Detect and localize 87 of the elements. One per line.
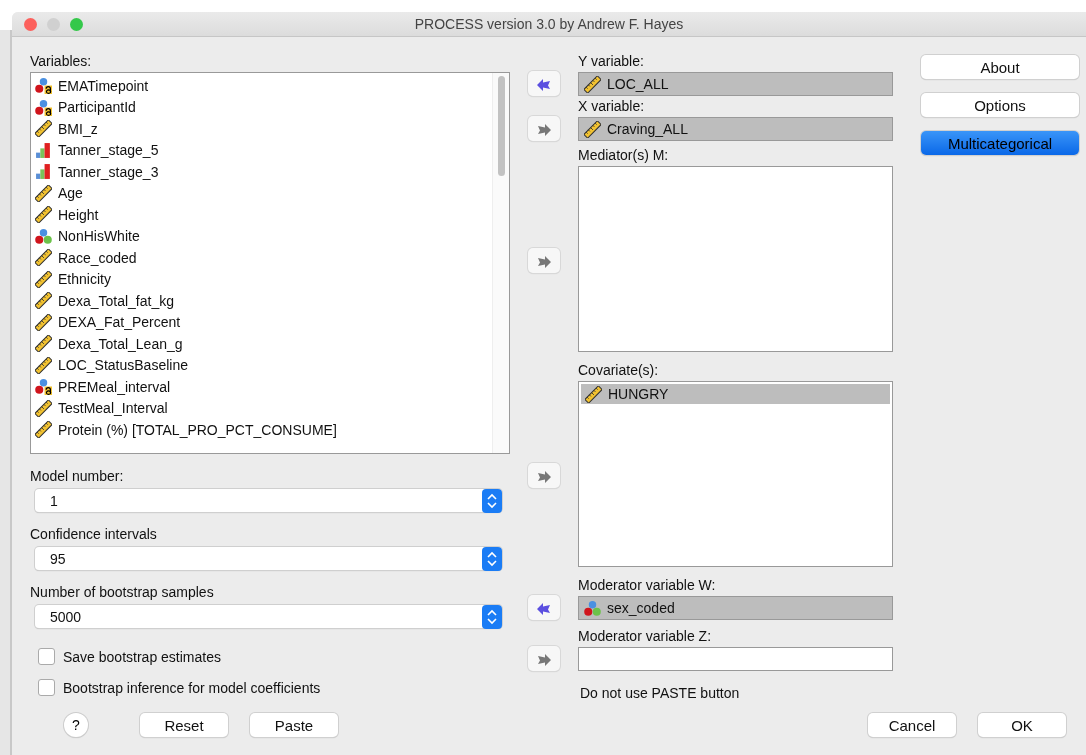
dialog-button[interactable]: Reset: [140, 713, 228, 737]
checkbox-label: Bootstrap inference for model coefficients: [63, 679, 321, 696]
ruler-icon: [35, 292, 52, 310]
ruler-icon: [35, 421, 52, 439]
side-button[interactable]: About: [921, 55, 1079, 79]
dropdown[interactable]: 5000: [35, 605, 502, 628]
variable-field[interactable]: [578, 647, 893, 671]
variable-item[interactable]: Ethnicity: [31, 268, 492, 290]
variable-item[interactable]: Tanner_stage_5: [31, 139, 492, 161]
dialog-button[interactable]: Cancel: [868, 713, 956, 737]
side-button[interactable]: Options: [921, 93, 1079, 117]
ruler-icon: [35, 313, 52, 331]
variable-item[interactable]: Tanner_stage_3: [31, 161, 492, 183]
ruler-icon: [35, 335, 52, 353]
balls-letter-icon: [35, 98, 52, 116]
move-button[interactable]: [528, 463, 560, 488]
move-button[interactable]: [528, 595, 560, 620]
ruler-icon: [35, 184, 52, 202]
variable-item[interactable]: Height: [31, 204, 492, 226]
dialog-button[interactable]: OK: [978, 713, 1066, 737]
bar-chart-icon: [35, 163, 52, 181]
dropdown-label: Number of bootstrap samples: [30, 584, 215, 601]
dropdown[interactable]: 1: [35, 489, 502, 512]
ruler-icon: [584, 120, 601, 138]
variable-field[interactable]: LOC_ALL: [578, 72, 893, 96]
slot-label: Moderator variable W:: [578, 577, 717, 594]
bar-chart-icon: [35, 141, 52, 159]
ruler-icon: [35, 270, 52, 288]
stepper-icon: [482, 604, 502, 629]
checkbox-label: Save bootstrap estimates: [63, 648, 221, 665]
dropdown-label: Confidence intervals: [30, 526, 158, 543]
variable-item[interactable]: EMATimepoint: [31, 75, 492, 97]
window-title: PROCESS version 3.0 by Andrew F. Hayes: [414, 16, 684, 32]
slot-label: Y variable:: [578, 53, 645, 70]
ruler-icon: [584, 75, 601, 93]
variable-item[interactable]: LOC_StatusBaseline: [31, 354, 492, 376]
ruler-icon: [35, 249, 52, 267]
variable-item[interactable]: Dexa_Total_fat_kg: [31, 290, 492, 312]
close-button[interactable]: [24, 17, 37, 31]
variable-name: LOC_ALL: [607, 76, 669, 92]
variable-item[interactable]: Age: [31, 182, 492, 204]
ruler-icon: [585, 385, 602, 403]
slot-label: Moderator variable Z:: [578, 628, 713, 645]
dropdown-label: Model number:: [30, 468, 125, 485]
variable-item[interactable]: TestMeal_Interval: [31, 397, 492, 419]
variable-field[interactable]: sex_coded: [578, 596, 893, 620]
balls-letter-icon: [35, 77, 52, 95]
move-button[interactable]: [528, 248, 560, 273]
variable-name: Craving_ALL: [607, 121, 688, 137]
slot-label: X variable:: [578, 98, 646, 115]
variable-item[interactable]: DEXA_Fat_Percent: [31, 311, 492, 333]
checkbox[interactable]: [38, 648, 55, 665]
slot-label: Covariate(s):: [578, 362, 660, 379]
balls-icon: [584, 599, 601, 617]
move-button[interactable]: [528, 116, 560, 141]
variable-item[interactable]: Race_coded: [31, 247, 492, 269]
variable-list[interactable]: HUNGRY: [578, 381, 893, 567]
stepper-icon: [482, 488, 502, 513]
variable-item[interactable]: HUNGRY: [581, 384, 890, 404]
help-button[interactable]: ?: [64, 713, 88, 737]
balls-letter-icon: [35, 378, 52, 396]
ruler-icon: [35, 120, 52, 138]
variable-item[interactable]: PREMeal_interval: [31, 376, 492, 398]
checkbox[interactable]: [38, 679, 55, 696]
note-text: Do not use PASTE button: [580, 685, 741, 701]
slot-label: Mediator(s) M:: [578, 147, 670, 164]
variable-item[interactable]: ParticipantId: [31, 96, 492, 118]
dialog-button[interactable]: Paste: [250, 713, 338, 737]
ruler-icon: [35, 206, 52, 224]
dropdown[interactable]: 95: [35, 547, 502, 570]
scrollbar-thumb[interactable]: [497, 76, 505, 176]
variable-list[interactable]: [30, 72, 510, 454]
zoom-button[interactable]: [70, 17, 83, 31]
variable-item[interactable]: BMI_z: [31, 118, 492, 140]
ruler-icon: [35, 399, 52, 417]
move-button[interactable]: [528, 646, 560, 671]
ruler-icon: [35, 356, 52, 374]
balls-icon: [35, 227, 52, 245]
variable-item[interactable]: NonHisWhite: [31, 225, 492, 247]
variable-field[interactable]: Craving_ALL: [578, 117, 893, 141]
move-button[interactable]: [528, 71, 560, 96]
variable-item[interactable]: Dexa_Total_Lean_g: [31, 333, 492, 355]
variable-name: sex_coded: [607, 600, 675, 616]
side-button[interactable]: Multicategorical: [921, 131, 1079, 155]
variables-label: Variables:: [30, 53, 93, 70]
stepper-icon: [482, 546, 502, 571]
variable-item[interactable]: Protein (%) [TOTAL_PRO_PCT_CONSUME]: [31, 419, 492, 441]
